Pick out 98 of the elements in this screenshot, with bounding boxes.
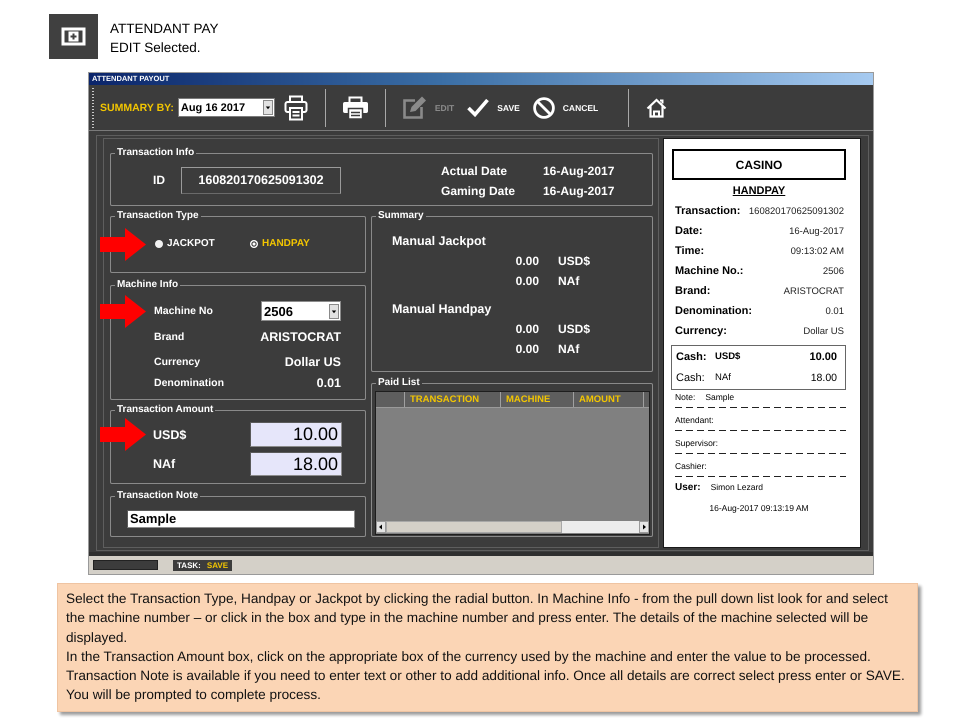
home-icon — [646, 98, 668, 118]
summary-amount: 0.00 — [514, 253, 539, 270]
receipt-value: ARISTOCRAT — [784, 286, 844, 296]
date-value: 16-Aug-2017 — [543, 183, 614, 200]
note-field[interactable]: Sample — [127, 510, 355, 528]
add-window-icon — [49, 14, 98, 59]
summary-amount: 0.00 — [514, 321, 539, 338]
horizontal-scrollbar[interactable] — [376, 521, 649, 533]
receipt-value: Dollar US — [803, 326, 844, 336]
date-label: Actual Date — [441, 163, 508, 180]
signature-label: Supervisor: — [675, 438, 718, 448]
cash-currency: USD$ — [715, 351, 742, 362]
summary-amount: 0.00 — [514, 341, 539, 358]
home-button[interactable] — [646, 98, 668, 118]
summary-by-label: SUMMARY BY: — [100, 102, 174, 114]
date-dropdown[interactable]: Aug 16 2017 — [178, 98, 275, 117]
section-title: Transaction Type — [116, 210, 200, 222]
radio-circle-icon — [250, 240, 258, 248]
summary-currency: USD$ — [558, 253, 592, 270]
receipt-label: Time: — [675, 245, 704, 257]
section-title: Paid List — [377, 377, 421, 389]
summary-currency: USD$ — [558, 321, 592, 338]
receipt-label: Date: — [675, 225, 703, 237]
print-button[interactable] — [342, 96, 368, 120]
section-title: Summary — [377, 210, 425, 222]
transaction-id-field: 160820170625091302 — [181, 167, 341, 194]
id-label: ID — [153, 172, 166, 189]
printer-icon — [284, 94, 308, 120]
user-name: Simon Lezard — [710, 482, 764, 492]
edit-icon — [402, 96, 427, 119]
signature-label: Note: — [675, 392, 696, 402]
currency-label: USD$ — [153, 428, 186, 442]
column-header[interactable]: TRANSACTION — [405, 392, 501, 407]
receipt-value: 09:13:02 AM — [790, 246, 844, 256]
receipt-value: 0.01 — [826, 306, 844, 316]
checkmark-icon — [467, 98, 490, 117]
summary-currency: NAf — [558, 341, 580, 358]
task-value: SAVE — [206, 560, 228, 570]
radio-option[interactable]: HANDPAY — [250, 237, 345, 251]
signature-label: Cashier: — [675, 461, 707, 471]
receipt-label: Brand: — [675, 285, 710, 297]
column-header[interactable]: MACHINE — [501, 392, 574, 407]
section-title: Transaction Info — [116, 147, 196, 159]
save-button[interactable]: SAVE — [467, 98, 520, 117]
scroll-left-icon[interactable] — [376, 521, 386, 533]
scroll-right-icon[interactable] — [639, 521, 649, 533]
amount-field[interactable]: 18.00 — [250, 452, 342, 476]
cash-label: Cash: — [676, 372, 706, 384]
signature-label: Attendant: — [675, 415, 714, 425]
receipt-label: Transaction: — [675, 205, 740, 217]
printer-icon — [342, 96, 368, 120]
page-subtitle: EDIT Selected. — [110, 39, 202, 57]
cash-amount: 18.00 — [810, 372, 837, 384]
cash-amount: 10.00 — [809, 350, 837, 362]
cash-currency: NAf — [715, 372, 732, 383]
radio-option[interactable]: JACKPOT — [155, 237, 250, 251]
amount-field[interactable]: 10.00 — [250, 422, 342, 447]
field-label: Denomination — [154, 377, 224, 389]
receipt-label: Denomination: — [675, 305, 752, 317]
date-value: 16-Aug-2017 — [543, 163, 614, 180]
note-value: Sample — [705, 392, 734, 402]
scrollbar-thumb[interactable] — [386, 521, 562, 533]
status-panel — [93, 560, 158, 570]
receipt-type: HANDPAY — [732, 184, 786, 199]
field-value: Dollar US — [284, 355, 341, 369]
section-title: Machine Info — [116, 279, 180, 291]
field-value: 0.01 — [316, 376, 341, 390]
receipt-label: Currency: — [675, 325, 727, 337]
cancel-button[interactable]: CANCEL — [532, 96, 598, 118]
summary-amount: 0.00 — [514, 273, 539, 290]
circle-slash-icon — [532, 96, 555, 118]
task-label: TASK: — [177, 560, 201, 570]
page-title: ATTENDANT PAY — [110, 20, 219, 38]
receipt-title: CASINO — [672, 149, 846, 180]
field-value: ARISTOCRAT — [260, 330, 341, 344]
summary-currency: NAf — [558, 273, 580, 290]
print-timestamp: 16-Aug-2017 09:13:19 AM — [708, 502, 810, 515]
receipt-value: 2506 — [822, 266, 844, 276]
field-label: Machine No — [154, 305, 213, 317]
section-title: Transaction Amount — [116, 404, 214, 416]
receipt-value: 16-Aug-2017 — [789, 226, 844, 236]
field-label: Currency — [154, 356, 200, 368]
summary-group-title: Manual Handpay — [392, 301, 492, 318]
radio-circle-icon — [155, 240, 163, 248]
field-label: Brand — [154, 331, 184, 343]
currency-label: NAf — [153, 457, 176, 471]
user-label: User: — [675, 482, 701, 492]
column-header[interactable]: AMOUNT — [574, 392, 644, 407]
receipt-label: Machine No.: — [675, 265, 744, 277]
instruction-text: Select the Transaction Type, Handpay or Jackpot by clicking the radial button. In Machine Info - from the pull down list look for and select the machine number – or click in the box and type in the machine number and press enter. The details of the machine selected will be displayed. — [66, 590, 889, 647]
print-report-button[interactable] — [284, 94, 308, 120]
section-title: Transaction Note — [116, 490, 200, 502]
instruction-text: In the Transaction Amount box, click on the appropriate box of the currency used by the machine and enter the value to be processed. Transaction Note is available if you need to enter text or other to add additional info. Once all details are correct select press enter or SAVE. You will be prompted to complete process. — [66, 648, 906, 704]
date-label: Gaming Date — [441, 183, 516, 200]
receipt-value: 160820170625091302 — [748, 206, 844, 216]
cash-label: Cash: — [676, 350, 708, 362]
summary-group-title: Manual Jackpot — [392, 233, 487, 250]
machine-dropdown[interactable]: 2506 — [261, 301, 341, 321]
